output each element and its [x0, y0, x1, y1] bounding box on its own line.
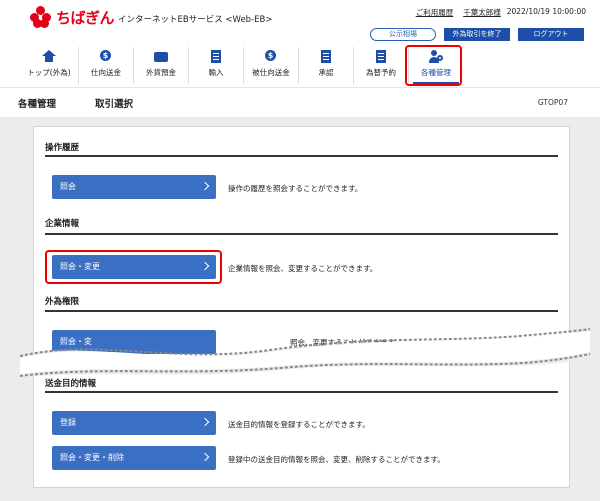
- section-title-fx-permission: 外為権限: [45, 297, 80, 307]
- section-divider: [45, 155, 558, 157]
- nav-item-label: 輸入: [208, 68, 224, 77]
- button-label: 照会: [60, 182, 76, 191]
- chevron-right-icon: [200, 417, 210, 427]
- section-divider: [45, 310, 558, 312]
- chevron-right-icon: [200, 181, 210, 191]
- nav-item-top[interactable]: トップ(外為): [20, 47, 78, 84]
- current-datetime: 2022/10/19 10:00:00: [506, 7, 586, 16]
- header: ちばぎん インターネットEBサービス <Web-EB> ご利用履歴 千葉太郎様 …: [0, 0, 600, 86]
- nav-item-inward-remittance[interactable]: $ 被仕向送金: [243, 47, 298, 84]
- wallet-icon: [154, 50, 168, 63]
- section-title-company: 企業情報: [45, 219, 80, 229]
- bank-logo: ちばぎん インターネットEBサービス <Web-EB>: [30, 6, 272, 28]
- coin-icon: $: [99, 50, 113, 63]
- section-title-history: 操作履歴: [45, 143, 80, 153]
- page-subtitle: 取引選択: [95, 99, 134, 110]
- house-icon: [42, 50, 56, 63]
- nav-highlight-annotation: [405, 45, 462, 86]
- nav-item-label: 承認: [318, 68, 334, 77]
- remit-purpose-register-button[interactable]: 登録: [52, 411, 216, 435]
- page-title-bar: 各種管理 取引選択 GTOP07: [0, 87, 600, 117]
- document-icon: [209, 50, 223, 63]
- history-description: 操作の履歴を照会することができます。: [228, 184, 363, 193]
- user-name[interactable]: 千葉太郎様: [463, 7, 501, 18]
- screen-code: GTOP07: [537, 98, 568, 107]
- document-icon: [374, 50, 388, 63]
- logout-button[interactable]: ログアウト: [518, 28, 584, 41]
- section-divider: [45, 391, 558, 393]
- utility-bar: ご利用履歴 千葉太郎様 2022/10/19 10:00:00: [416, 7, 586, 18]
- service-name: インターネットEBサービス <Web-EB>: [118, 14, 273, 25]
- nav-item-label: 外貨預金: [146, 68, 176, 77]
- bank-name: ちばぎん: [56, 8, 115, 27]
- nav-item-outward-remittance[interactable]: $ 仕向送金: [78, 47, 133, 84]
- page-break-wave: [0, 328, 600, 378]
- end-fx-button[interactable]: 外為取引を終了: [444, 28, 510, 41]
- header-buttons: 公示相場 外為取引を終了 ログアウト: [370, 28, 584, 41]
- nav-item-forward-contract[interactable]: 為替予約: [353, 47, 408, 84]
- nav-item-label: 仕向送金: [91, 68, 121, 77]
- nav-item-label: 為替予約: [366, 68, 396, 77]
- nav-item-import[interactable]: 輸入: [188, 47, 243, 84]
- remit-purpose-register-description: 送金目的情報を登録することができます。: [228, 420, 370, 429]
- nav-item-label: 被仕向送金: [252, 68, 290, 77]
- history-inquiry-button[interactable]: 照会: [52, 175, 216, 199]
- usage-history-link[interactable]: ご利用履歴: [416, 7, 454, 18]
- remit-purpose-edit-description: 登録中の送金目的情報を照会、変更、削除することができます。: [228, 455, 445, 464]
- remit-purpose-edit-button[interactable]: 照会・変更・削除: [52, 446, 216, 470]
- company-description: 企業情報を照会、変更することができます。: [228, 264, 378, 273]
- coin-icon: $: [264, 50, 278, 63]
- document-icon: [319, 50, 333, 63]
- button-highlight-annotation: [45, 250, 222, 284]
- nav-item-label: トップ(外為): [27, 68, 71, 77]
- chevron-right-icon: [200, 452, 210, 462]
- nav-item-approval[interactable]: 承認: [298, 47, 353, 84]
- section-divider: [45, 233, 558, 235]
- bank-logo-mark-icon: [30, 6, 52, 28]
- page-title: 各種管理: [18, 99, 57, 110]
- button-label: 登録: [60, 418, 76, 427]
- section-title-remit-purpose: 送金目的情報: [45, 379, 97, 389]
- nav-item-fx-deposit[interactable]: 外貨預金: [133, 47, 188, 84]
- market-rate-button[interactable]: 公示相場: [370, 28, 436, 41]
- button-label: 照会・変更・削除: [60, 453, 124, 462]
- global-nav: トップ(外為) $ 仕向送金 外貨預金 輸入 $ 被仕向送金 承認 為替予約 各…: [20, 47, 463, 84]
